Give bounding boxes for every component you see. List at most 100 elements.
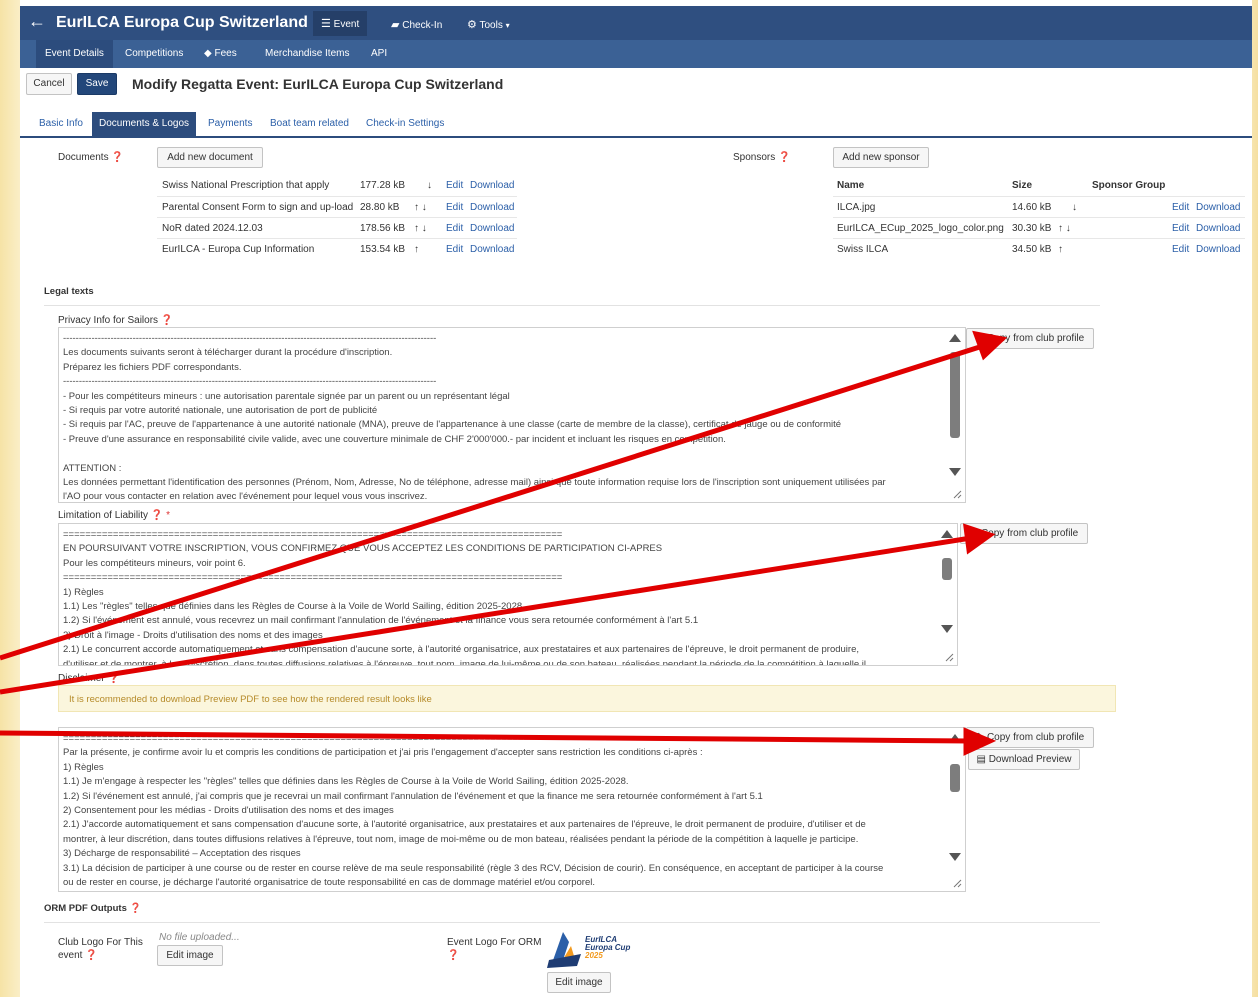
reorder-arrows-icon[interactable]: ↑ ↓ bbox=[1058, 218, 1071, 239]
subnav-event-details[interactable]: Event Details bbox=[36, 40, 113, 68]
reorder-arrows-icon[interactable]: ↑ bbox=[1058, 239, 1063, 260]
privacy-copy-from-club-button[interactable]: ✎ Copy from club profile bbox=[966, 328, 1094, 349]
scroll-up-icon[interactable] bbox=[949, 734, 961, 742]
divider bbox=[44, 305, 1100, 306]
download-preview-button[interactable]: ▤ Download Preview bbox=[968, 749, 1080, 770]
gear-icon: ⚙ bbox=[467, 19, 477, 31]
disclaimer-textarea[interactable]: ========================================… bbox=[58, 727, 966, 892]
edit-link[interactable]: Edit bbox=[1172, 197, 1189, 218]
subnav-fees[interactable]: ◆ Fees bbox=[195, 40, 246, 68]
edit-link[interactable]: Edit bbox=[446, 175, 463, 196]
reorder-arrows-icon[interactable]: ↑ bbox=[414, 239, 419, 260]
orm-pdf-outputs-heading: ORM PDF Outputs ❓ bbox=[44, 903, 142, 914]
tab-payments[interactable]: Payments bbox=[201, 112, 259, 136]
sponsors-label: Sponsors ❓ bbox=[733, 152, 791, 163]
top-navbar: ← EurILCA Europa Cup Switzerland ☰ Event… bbox=[20, 6, 1252, 40]
edit-icon: ✎ bbox=[975, 333, 985, 344]
cancel-button[interactable]: Cancel bbox=[26, 73, 72, 95]
document-row: Parental Consent Form to sign and up-loa… bbox=[157, 196, 517, 218]
help-icon[interactable]: ❓ bbox=[447, 950, 459, 961]
legal-texts-heading: Legal texts bbox=[44, 286, 94, 297]
privacy-info-text: ----------------------------------------… bbox=[63, 333, 886, 503]
liability-copy-from-club-button[interactable]: ✎ Copy from club profile bbox=[960, 523, 1088, 544]
scrollbar[interactable] bbox=[947, 728, 963, 891]
scroll-down-icon[interactable] bbox=[949, 468, 961, 476]
add-document-button[interactable]: Add new document bbox=[157, 147, 263, 168]
scroll-down-icon[interactable] bbox=[949, 853, 961, 861]
limitation-of-liability-textarea[interactable]: ========================================… bbox=[58, 523, 958, 666]
arrow-left-icon[interactable]: ← bbox=[28, 11, 46, 32]
resize-handle-icon[interactable] bbox=[944, 652, 954, 662]
download-link[interactable]: Download bbox=[1196, 197, 1240, 218]
subnav-api[interactable]: API bbox=[362, 40, 396, 68]
privacy-info-textarea[interactable]: ----------------------------------------… bbox=[58, 327, 966, 503]
sponsor-row: ILCA.jpg 14.60 kB ↓ Edit Download bbox=[833, 196, 1245, 218]
limitation-of-liability-label: Limitation of Liability ❓ * bbox=[58, 510, 170, 521]
app-title[interactable]: EurILCA Europa Cup Switzerland bbox=[56, 14, 308, 32]
scroll-up-icon[interactable] bbox=[941, 530, 953, 538]
reorder-arrows-icon[interactable]: ↑ ↓ bbox=[414, 197, 427, 218]
reorder-arrows-icon[interactable]: ↓ bbox=[1072, 197, 1077, 218]
document-row: NoR dated 2024.12.03 178.56 kB ↑ ↓ Edit … bbox=[157, 217, 517, 239]
documents-label: Documents ❓ bbox=[58, 152, 124, 163]
nav-check-in[interactable]: ▰ Check-In bbox=[391, 18, 442, 31]
event-logo-edit-image-button[interactable]: Edit image bbox=[547, 972, 611, 993]
preview-pdf-alert: It is recommended to download Preview PD… bbox=[58, 685, 1116, 712]
scroll-up-icon[interactable] bbox=[949, 334, 961, 342]
subnav-competitions[interactable]: Competitions bbox=[116, 40, 192, 68]
help-icon[interactable]: ❓ bbox=[778, 152, 790, 163]
download-link[interactable]: Download bbox=[470, 175, 514, 196]
list-icon: ☰ bbox=[321, 18, 331, 30]
disclaimer-copy-from-club-button[interactable]: ✎ Copy from club profile bbox=[966, 727, 1094, 748]
document-row: Swiss National Prescription that apply 1… bbox=[157, 175, 517, 196]
edit-link[interactable]: Edit bbox=[1172, 218, 1189, 239]
download-link[interactable]: Download bbox=[470, 197, 514, 218]
event-logo-label: Event Logo For ORM ❓ bbox=[447, 937, 542, 961]
help-icon[interactable]: ❓ bbox=[161, 315, 173, 326]
help-icon[interactable]: ❓ bbox=[151, 510, 163, 521]
reorder-arrows-icon[interactable]: ↓ bbox=[427, 175, 432, 196]
caret-down-icon: ▾ bbox=[505, 21, 510, 30]
settings-tabs: Basic Info Documents & Logos Payments Bo… bbox=[20, 112, 1252, 138]
tab-basic-info[interactable]: Basic Info bbox=[32, 112, 90, 136]
add-sponsor-button[interactable]: Add new sponsor bbox=[833, 147, 929, 168]
scroll-thumb[interactable] bbox=[950, 764, 960, 792]
file-icon: ▤ bbox=[976, 754, 986, 765]
page: ← EurILCA Europa Cup Switzerland ☰ Event… bbox=[20, 0, 1252, 997]
edit-link[interactable]: Edit bbox=[446, 218, 463, 239]
save-button[interactable]: Save bbox=[77, 73, 117, 95]
club-logo-edit-image-button[interactable]: Edit image bbox=[157, 945, 223, 966]
edit-icon: ✎ bbox=[969, 528, 979, 539]
help-icon[interactable]: ❓ bbox=[85, 950, 97, 961]
resize-handle-icon[interactable] bbox=[952, 489, 962, 499]
resize-handle-icon[interactable] bbox=[952, 878, 962, 888]
help-icon[interactable]: ❓ bbox=[130, 903, 142, 914]
subnav-merchandise-items[interactable]: Merchandise Items bbox=[256, 40, 358, 68]
scroll-thumb[interactable] bbox=[942, 558, 952, 580]
tab-boat-team-related[interactable]: Boat team related bbox=[263, 112, 356, 136]
edit-link[interactable]: Edit bbox=[446, 197, 463, 218]
privacy-info-label: Privacy Info for Sailors ❓ bbox=[58, 315, 174, 326]
event-logo-image: EurILCA Europa Cup 2025 bbox=[547, 930, 637, 970]
nav-tools[interactable]: ⚙ Tools ▾ bbox=[467, 18, 510, 31]
download-link[interactable]: Download bbox=[470, 239, 514, 260]
scroll-thumb[interactable] bbox=[950, 352, 960, 438]
sponsor-row: Swiss ILCA 34.50 kB ↑ Edit Download bbox=[833, 238, 1245, 260]
nav-event[interactable]: ☰ Event bbox=[313, 11, 368, 36]
scrollbar[interactable] bbox=[939, 524, 955, 665]
help-icon[interactable]: ❓ bbox=[111, 152, 123, 163]
edit-link[interactable]: Edit bbox=[446, 239, 463, 260]
edit-link[interactable]: Edit bbox=[1172, 239, 1189, 260]
scroll-down-icon[interactable] bbox=[941, 625, 953, 633]
book-icon: ▰ bbox=[391, 19, 400, 31]
divider bbox=[44, 922, 1100, 923]
help-icon[interactable]: ❓ bbox=[107, 673, 119, 684]
download-link[interactable]: Download bbox=[1196, 239, 1240, 260]
download-link[interactable]: Download bbox=[470, 218, 514, 239]
scrollbar[interactable] bbox=[947, 328, 963, 502]
disclaimer-label: Disclaimer ❓ bbox=[58, 673, 120, 684]
download-link[interactable]: Download bbox=[1196, 218, 1240, 239]
tab-check-in-settings[interactable]: Check-in Settings bbox=[359, 112, 451, 136]
reorder-arrows-icon[interactable]: ↑ ↓ bbox=[414, 218, 427, 239]
tab-documents-logos[interactable]: Documents & Logos bbox=[92, 112, 197, 136]
